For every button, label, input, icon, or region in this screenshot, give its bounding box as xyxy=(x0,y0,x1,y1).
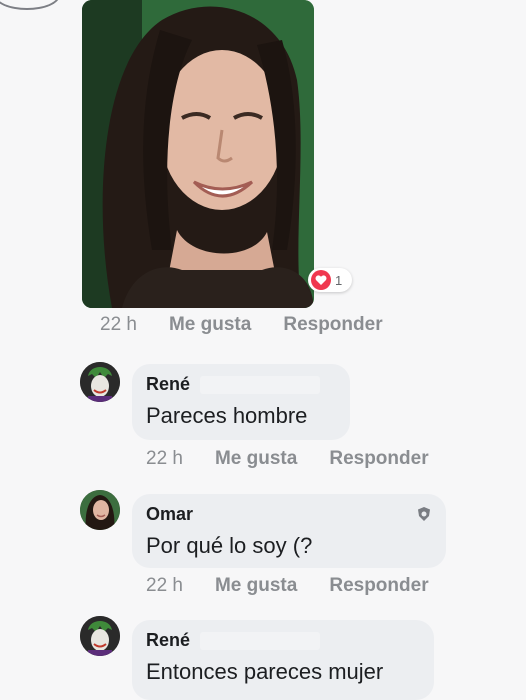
reply-button[interactable]: Responder xyxy=(329,448,428,470)
author-tag-placeholder xyxy=(200,631,321,650)
comment-text: Por qué lo soy (? xyxy=(146,533,313,558)
previous-avatar-edge xyxy=(0,0,60,10)
like-button[interactable]: Me gusta xyxy=(215,575,297,597)
profile-photo-avatar-icon xyxy=(80,490,120,530)
reply-button[interactable]: Responder xyxy=(329,575,428,597)
comment-bubble: René Entonces pareces mujer xyxy=(132,620,434,700)
joker-avatar-icon xyxy=(80,616,120,656)
reaction-count: 1 xyxy=(335,272,343,288)
comment-text: Pareces hombre xyxy=(146,403,308,428)
avatar[interactable] xyxy=(80,616,120,656)
comment-actions: 22 h Me gusta Responder xyxy=(146,575,429,597)
like-button[interactable]: Me gusta xyxy=(169,314,251,336)
comment-time: 22 h xyxy=(100,314,137,335)
comment-header: René xyxy=(146,374,336,395)
reply-button[interactable]: Responder xyxy=(283,314,382,336)
comment-header: René xyxy=(146,630,420,651)
photo-comment-actions: 22 h Me gusta Responder xyxy=(100,314,383,336)
author-tag-placeholder xyxy=(200,375,321,394)
reaction-badge[interactable]: 1 xyxy=(308,268,353,292)
shield-badge-icon xyxy=(418,507,430,521)
comment-header: Omar xyxy=(146,504,432,525)
comment-time: 22 h xyxy=(146,575,183,596)
avatar[interactable] xyxy=(80,362,120,402)
like-button[interactable]: Me gusta xyxy=(215,448,297,470)
comment-actions: 22 h Me gusta Responder xyxy=(146,448,429,470)
comment-time: 22 h xyxy=(146,448,183,469)
portrait-image xyxy=(82,0,314,308)
joker-avatar-icon xyxy=(80,362,120,402)
comment-bubble: Omar Por qué lo soy (? xyxy=(132,494,446,568)
avatar[interactable] xyxy=(80,490,120,530)
comment-author[interactable]: René xyxy=(146,374,190,395)
heart-icon xyxy=(311,270,331,290)
comment-text: Entonces pareces mujer xyxy=(146,659,384,684)
comment-bubble: René Pareces hombre xyxy=(132,364,350,440)
comment-author[interactable]: René xyxy=(146,630,190,651)
comment-author[interactable]: Omar xyxy=(146,504,193,525)
comment-photo[interactable] xyxy=(82,0,314,308)
